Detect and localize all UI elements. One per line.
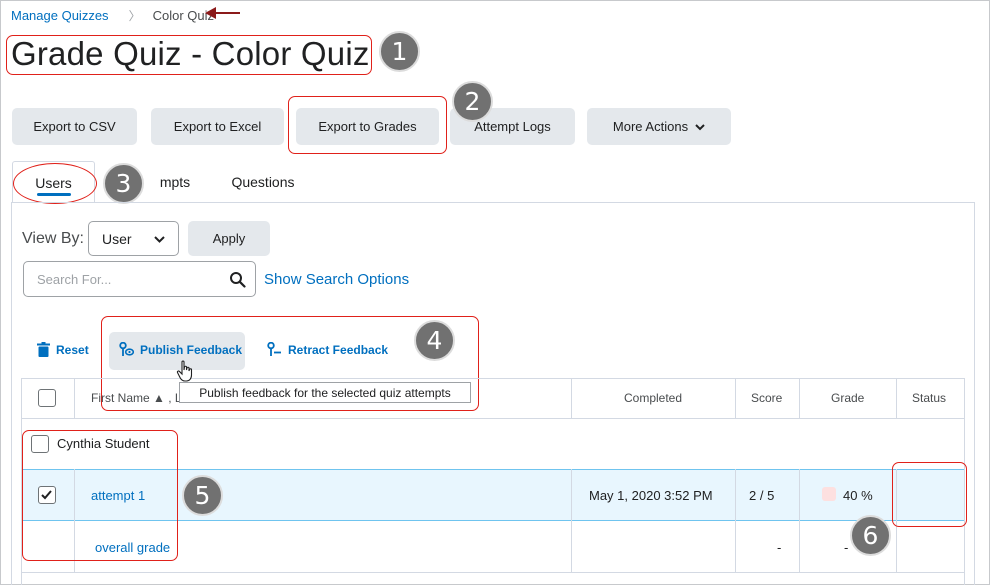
header-first-name[interactable]: First Name ▲ , L [91,391,182,405]
show-search-options-link[interactable]: Show Search Options [264,271,409,288]
annotation-arrow-icon [205,7,240,19]
tab-questions[interactable]: Questions [218,161,308,203]
table-border [21,378,965,379]
callout-badge-1: 1 [379,31,420,72]
table-border [21,418,965,419]
callout-rows-box [22,430,178,561]
view-by-value: User [102,230,132,247]
search-input[interactable]: Search For... [23,261,256,297]
header-completed[interactable]: Completed [624,391,682,405]
table-border [571,378,572,418]
callout-badge-6: 6 [850,515,891,556]
tab-questions-label: Questions [231,174,295,190]
callout-badge-2: 2 [452,81,493,122]
breadcrumb-separator: 〉 [128,9,141,23]
grade-color-swatch [822,487,836,501]
breadcrumb: Manage Quizzes 〉 Color Quiz [11,7,214,24]
attempt-score: 2 / 5 [749,488,775,503]
breadcrumb-manage-quizzes[interactable]: Manage Quizzes [11,8,109,23]
attempt-grade: 40 % [843,488,873,503]
header-grade[interactable]: Grade [831,391,864,405]
reset-label: Reset [56,342,89,357]
more-actions-label: More Actions [612,119,689,134]
search-icon[interactable] [229,271,246,288]
table-border [735,378,736,418]
search-placeholder: Search For... [37,271,112,287]
view-by-select[interactable]: User [88,221,179,256]
table-border [896,378,897,418]
view-by-label: View By: [22,230,84,247]
export-csv-button[interactable]: Export to CSV [12,108,137,145]
publish-feedback-tooltip: Publish feedback for the selected quiz a… [179,382,471,403]
table-border [735,469,736,572]
callout-status-box [892,462,967,527]
more-actions-button[interactable]: More Actions [587,108,731,145]
chevron-down-icon [154,236,165,243]
header-status[interactable]: Status [912,391,946,405]
export-excel-button[interactable]: Export to Excel [151,108,284,145]
callout-badge-3: 3 [103,163,144,204]
hand-cursor-icon [176,360,193,382]
tab-attempts[interactable]: mpts [140,161,210,203]
header-score[interactable]: Score [751,391,782,405]
callout-badge-5: 5 [182,475,223,516]
table-border [571,469,572,572]
trash-icon [37,342,50,357]
select-all-checkbox[interactable] [38,389,56,407]
table-border [799,378,800,418]
callout-users-ellipse [13,163,97,204]
chevron-down-icon [695,123,705,130]
tab-attempts-label: mpts [159,174,191,190]
overall-score: - [777,540,782,555]
table-border [21,572,965,573]
callout-title-box [6,35,372,75]
table-border [799,469,800,572]
reset-button[interactable]: Reset [37,342,89,357]
attempt-completed: May 1, 2020 3:52 PM [589,488,713,503]
table-border [74,378,75,418]
callout-badge-4: 4 [414,320,455,361]
overall-grade: - [844,540,849,555]
apply-button[interactable]: Apply [188,221,270,256]
callout-export-grades-box [288,96,447,154]
